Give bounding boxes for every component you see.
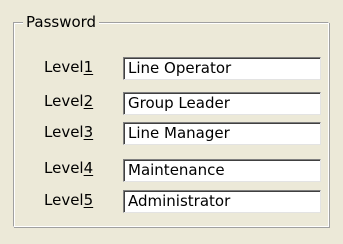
level-2-name-field[interactable]: Group Leader	[123, 92, 321, 115]
level-2-label-number: 2	[83, 92, 94, 110]
level-4-name-value: Maintenance	[128, 161, 225, 179]
level-4-label-number: 4	[83, 159, 94, 177]
level-1-label: Level1	[44, 56, 93, 78]
level-4-name-field[interactable]: Maintenance	[123, 159, 321, 182]
level-3-label: Level3	[44, 121, 93, 143]
level-3-label-number: 3	[83, 123, 94, 141]
level-5-label-number: 5	[83, 191, 94, 209]
level-4-label-text: Level	[44, 159, 84, 177]
level-5-name-field[interactable]: Administrator	[123, 190, 321, 213]
level-5-name-value: Administrator	[128, 192, 231, 210]
level-2-label-text: Level	[44, 92, 84, 110]
password-group-title: Password	[23, 12, 100, 32]
level-2-name-value: Group Leader	[128, 94, 230, 112]
level-1-name-field[interactable]: Line Operator	[123, 57, 321, 80]
level-3-name-field[interactable]: Line Manager	[123, 122, 321, 145]
level-1-label-text: Level	[44, 58, 84, 76]
level-3-name-value: Line Manager	[128, 124, 230, 142]
level-3-label-text: Level	[44, 123, 84, 141]
level-4-label: Level4	[44, 157, 93, 179]
level-2-label: Level2	[44, 90, 93, 112]
level-5-label: Level5	[44, 189, 93, 211]
level-5-label-text: Level	[44, 191, 84, 209]
level-1-label-number: 1	[83, 58, 94, 76]
level-1-name-value: Line Operator	[128, 59, 232, 77]
